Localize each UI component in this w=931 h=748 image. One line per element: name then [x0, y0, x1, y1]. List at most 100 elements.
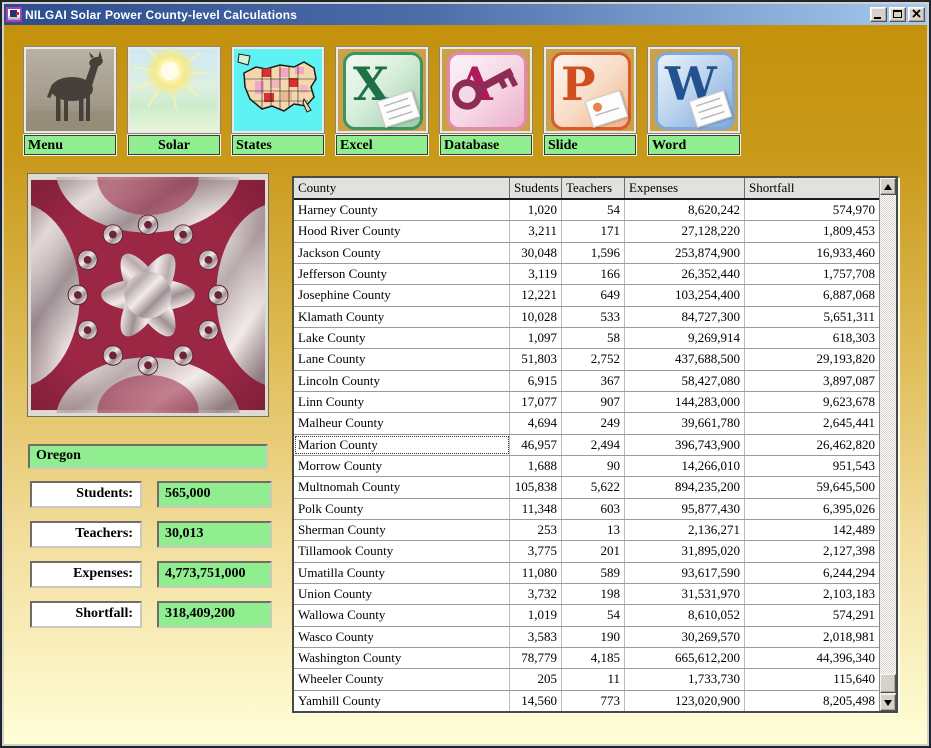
- table-row[interactable]: Marion County 46,957 2,494 396,743,900 2…: [294, 434, 879, 455]
- table-row[interactable]: Lincoln County 6,915 367 58,427,080 3,89…: [294, 370, 879, 391]
- cell-shortfall[interactable]: 6,244,294: [745, 563, 879, 583]
- cell-students[interactable]: 78,779: [510, 648, 562, 668]
- cell-teachers[interactable]: 907: [562, 392, 625, 412]
- cell-teachers[interactable]: 54: [562, 200, 625, 220]
- cell-students[interactable]: 1,688: [510, 456, 562, 476]
- cell-shortfall[interactable]: 6,395,026: [745, 499, 879, 519]
- cell-expenses[interactable]: 31,895,020: [625, 541, 745, 561]
- cell-county[interactable]: Washington County: [294, 648, 510, 668]
- menu-button[interactable]: Menu: [24, 47, 116, 155]
- shortfall-field[interactable]: 318,409,200: [157, 601, 272, 628]
- cell-teachers[interactable]: 2,752: [562, 349, 625, 369]
- cell-shortfall[interactable]: 3,897,087: [745, 371, 879, 391]
- cell-teachers[interactable]: 1,596: [562, 243, 625, 263]
- table-row[interactable]: Wallowa County 1,019 54 8,610,052 574,29…: [294, 604, 879, 625]
- cell-teachers[interactable]: 198: [562, 584, 625, 604]
- cell-expenses[interactable]: 14,266,010: [625, 456, 745, 476]
- cell-teachers[interactable]: 367: [562, 371, 625, 391]
- cell-teachers[interactable]: 11: [562, 669, 625, 689]
- table-row[interactable]: Hood River County 3,211 171 27,128,220 1…: [294, 220, 879, 241]
- table-row[interactable]: Malheur County 4,694 249 39,661,780 2,64…: [294, 412, 879, 433]
- cell-teachers[interactable]: 13: [562, 520, 625, 540]
- cell-expenses[interactable]: 894,235,200: [625, 477, 745, 497]
- cell-shortfall[interactable]: 29,193,820: [745, 349, 879, 369]
- cell-county[interactable]: Yamhill County: [294, 691, 510, 711]
- vertical-scrollbar[interactable]: [879, 178, 896, 711]
- scroll-down-button[interactable]: [880, 694, 896, 711]
- cell-teachers[interactable]: 589: [562, 563, 625, 583]
- cell-shortfall[interactable]: 2,645,441: [745, 413, 879, 433]
- cell-shortfall[interactable]: 59,645,500: [745, 477, 879, 497]
- table-row[interactable]: Wasco County 3,583 190 30,269,570 2,018,…: [294, 626, 879, 647]
- cell-shortfall[interactable]: 26,462,820: [745, 435, 879, 455]
- cell-shortfall[interactable]: 574,291: [745, 605, 879, 625]
- cell-county[interactable]: Klamath County: [294, 307, 510, 327]
- cell-students[interactable]: 6,915: [510, 371, 562, 391]
- cell-students[interactable]: 30,048: [510, 243, 562, 263]
- table-row[interactable]: Tillamook County 3,775 201 31,895,020 2,…: [294, 540, 879, 561]
- cell-expenses[interactable]: 31,531,970: [625, 584, 745, 604]
- cell-expenses[interactable]: 8,620,242: [625, 200, 745, 220]
- excel-button[interactable]: X Excel: [336, 47, 428, 155]
- cell-teachers[interactable]: 54: [562, 605, 625, 625]
- state-name-field[interactable]: Oregon: [28, 444, 268, 469]
- table-row[interactable]: Union County 3,732 198 31,531,970 2,103,…: [294, 583, 879, 604]
- cell-teachers[interactable]: 249: [562, 413, 625, 433]
- cell-teachers[interactable]: 649: [562, 285, 625, 305]
- cell-county[interactable]: Wallowa County: [294, 605, 510, 625]
- window-title-bar[interactable]: NILGAI Solar Power County-level Calculat…: [4, 4, 927, 25]
- cell-students[interactable]: 51,803: [510, 349, 562, 369]
- cell-shortfall[interactable]: 44,396,340: [745, 648, 879, 668]
- states-button[interactable]: States: [232, 47, 324, 155]
- table-row[interactable]: Harney County 1,020 54 8,620,242 574,970: [294, 200, 879, 220]
- table-row[interactable]: Klamath County 10,028 533 84,727,300 5,6…: [294, 306, 879, 327]
- cell-shortfall[interactable]: 8,205,498: [745, 691, 879, 711]
- cell-expenses[interactable]: 2,136,271: [625, 520, 745, 540]
- cell-students[interactable]: 1,019: [510, 605, 562, 625]
- cell-county[interactable]: Jefferson County: [294, 264, 510, 284]
- cell-expenses[interactable]: 26,352,440: [625, 264, 745, 284]
- cell-county[interactable]: Umatilla County: [294, 563, 510, 583]
- table-row[interactable]: Wheeler County 205 11 1,733,730 115,640: [294, 668, 879, 689]
- cell-expenses[interactable]: 93,617,590: [625, 563, 745, 583]
- cell-shortfall[interactable]: 618,303: [745, 328, 879, 348]
- cell-teachers[interactable]: 5,622: [562, 477, 625, 497]
- cell-county[interactable]: Sherman County: [294, 520, 510, 540]
- cell-county[interactable]: Wheeler County: [294, 669, 510, 689]
- cell-students[interactable]: 1,020: [510, 200, 562, 220]
- cell-students[interactable]: 14,560: [510, 691, 562, 711]
- cell-expenses[interactable]: 39,661,780: [625, 413, 745, 433]
- cell-teachers[interactable]: 603: [562, 499, 625, 519]
- cell-shortfall[interactable]: 951,543: [745, 456, 879, 476]
- cell-county[interactable]: Lake County: [294, 328, 510, 348]
- word-button[interactable]: W Word: [648, 47, 740, 155]
- cell-teachers[interactable]: 190: [562, 627, 625, 647]
- expenses-field[interactable]: 4,773,751,000: [157, 561, 272, 588]
- cell-students[interactable]: 3,775: [510, 541, 562, 561]
- cell-shortfall[interactable]: 9,623,678: [745, 392, 879, 412]
- cell-teachers[interactable]: 58: [562, 328, 625, 348]
- cell-students[interactable]: 3,732: [510, 584, 562, 604]
- cell-expenses[interactable]: 95,877,430: [625, 499, 745, 519]
- cell-expenses[interactable]: 27,128,220: [625, 221, 745, 241]
- cell-shortfall[interactable]: 1,809,453: [745, 221, 879, 241]
- cell-expenses[interactable]: 8,610,052: [625, 605, 745, 625]
- cell-expenses[interactable]: 58,427,080: [625, 371, 745, 391]
- cell-expenses[interactable]: 103,254,400: [625, 285, 745, 305]
- cell-shortfall[interactable]: 1,757,708: [745, 264, 879, 284]
- minimize-button[interactable]: [870, 7, 887, 22]
- cell-students[interactable]: 10,028: [510, 307, 562, 327]
- cell-county[interactable]: Lane County: [294, 349, 510, 369]
- table-row[interactable]: Linn County 17,077 907 144,283,000 9,623…: [294, 391, 879, 412]
- cell-county[interactable]: Malheur County: [294, 413, 510, 433]
- scrollbar-thumb[interactable]: [880, 674, 896, 693]
- table-row[interactable]: Umatilla County 11,080 589 93,617,590 6,…: [294, 562, 879, 583]
- cell-shortfall[interactable]: 5,651,311: [745, 307, 879, 327]
- table-row[interactable]: Lake County 1,097 58 9,269,914 618,303: [294, 327, 879, 348]
- slide-button[interactable]: P Slide: [544, 47, 636, 155]
- cell-teachers[interactable]: 2,494: [562, 435, 625, 455]
- cell-shortfall[interactable]: 6,887,068: [745, 285, 879, 305]
- cell-teachers[interactable]: 171: [562, 221, 625, 241]
- cell-expenses[interactable]: 84,727,300: [625, 307, 745, 327]
- cell-expenses[interactable]: 437,688,500: [625, 349, 745, 369]
